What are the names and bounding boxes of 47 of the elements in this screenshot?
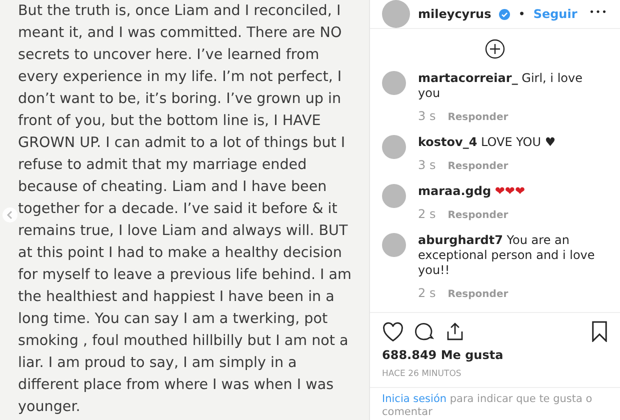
text-line: refuse to admit that my marriage ended [18, 156, 307, 175]
avatar[interactable] [382, 233, 406, 257]
username-link[interactable]: kostov_4 [418, 135, 478, 149]
bookmark-icon[interactable] [591, 321, 608, 342]
text-line: at this point I had to make a healthy decision [18, 244, 342, 263]
like-icon[interactable] [382, 322, 404, 342]
text-line: liar. I am proud to say, I am simply in a [18, 354, 297, 373]
post-time: HACE 26 MINUTOS [381, 368, 462, 381]
avatar[interactable] [382, 184, 406, 208]
avatar[interactable] [382, 135, 406, 159]
text-line: smoking , foul mouthed hillbilly but I am not a [18, 332, 348, 351]
text-line: long time. You can say I am a twerking, pot [18, 310, 328, 329]
likes-count: 688.849 Me gusta [381, 347, 504, 364]
plus-icon[interactable] [485, 39, 505, 59]
text-line: the healthiest and happiest I have been in a [18, 288, 334, 307]
text-line: remains true, I love Liam and always will. BUT [18, 222, 348, 241]
text-line: for myself to leave a previous life behind. I am [18, 266, 352, 285]
text-line: GROWN UP. I can admit to a lot of things but I [18, 134, 346, 153]
avatar[interactable] [382, 0, 410, 28]
username-link[interactable]: mileycyrus [418, 5, 492, 23]
text-line: secrets to uncover here. I’ve learned from [18, 46, 320, 65]
share-icon[interactable] [445, 321, 465, 342]
text-line: because of cheating. Liam and I have been [18, 178, 327, 197]
comment-text: aburghardt7 You are an exceptional person and i love you!! [418, 233, 596, 278]
text-line: younger. [18, 398, 80, 417]
text-line: front of you, but the bottom line is, I HAVE [18, 112, 321, 131]
username-link[interactable]: martacorreiar_ [418, 71, 518, 85]
comment-icon[interactable] [414, 321, 435, 342]
text-line: every experience in my life. I’m not perfect, I [18, 68, 342, 87]
comment-time: 2 s [418, 206, 436, 223]
text-line: don’t want to be, it’s boring. I’ve grown up in [18, 90, 342, 109]
comment-time: 2 s [418, 285, 436, 302]
username-link[interactable]: aburghardt7 [418, 233, 503, 247]
username-link[interactable]: maraa.gdg [418, 184, 492, 198]
login-prompt: Inicia sesión para indicar que te gusta o comentar [370, 386, 620, 420]
comment-text: maraa.gdg ❤❤❤ [418, 184, 526, 199]
comment-text: martacorreiar_ Girl, i love you [418, 71, 584, 101]
separator-dot: • [518, 6, 526, 23]
text-line: But the truth is, once Liam and I reconciled, I [18, 2, 341, 21]
comment-time: 3 s [418, 108, 436, 125]
text-line: different place from where I was when I was [18, 376, 334, 395]
avatar[interactable] [382, 71, 406, 95]
comment-text: kostov_4 LOVE YOU ♥ [418, 135, 556, 150]
comment-time: 3 s [418, 157, 436, 174]
more-options-button[interactable]: ••• [589, 7, 608, 21]
text-line: together for a decade. I’ve said it before & it [18, 200, 338, 219]
text-line: meant it, and I was committed. There are NO [18, 24, 342, 43]
